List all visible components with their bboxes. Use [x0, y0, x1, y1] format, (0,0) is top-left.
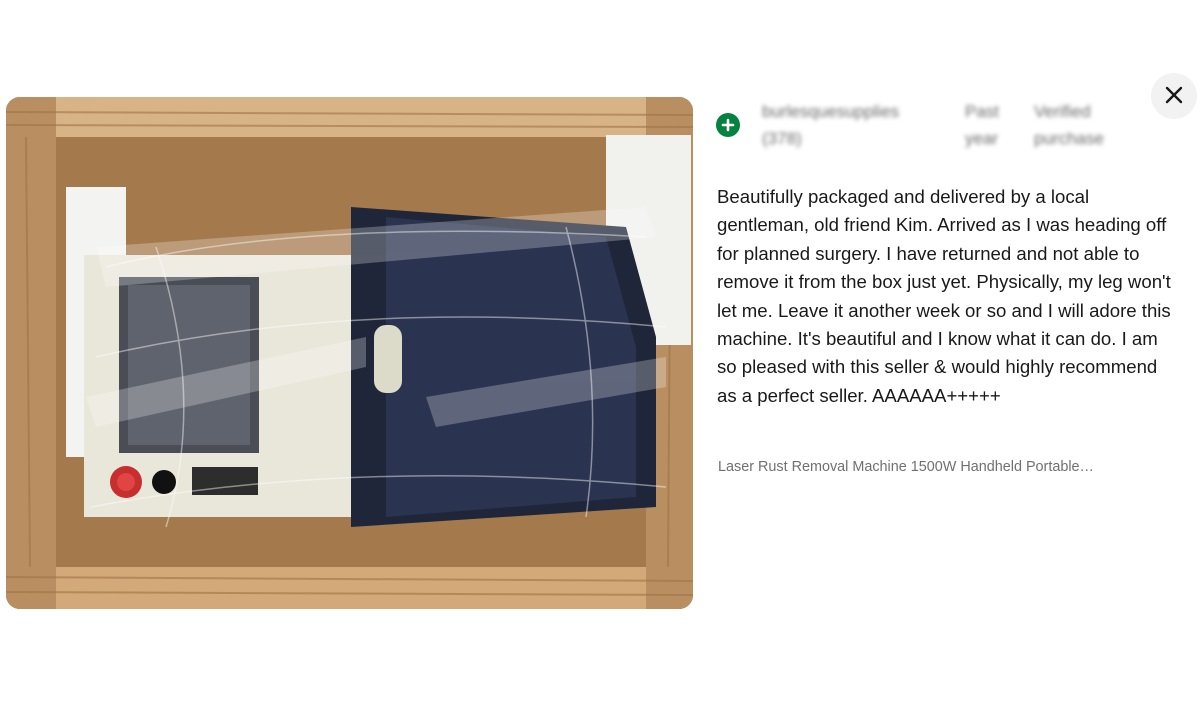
item-title-link[interactable]: Laser Rust Removal Machine 1500W Handhel…: [718, 457, 1178, 477]
crate-machine-image: [6, 97, 693, 609]
reviewer-name[interactable]: burlesquesupplies (378): [762, 98, 942, 152]
close-button[interactable]: [1151, 73, 1197, 119]
verified-purchase-badge: Verified purchase: [1034, 102, 1104, 148]
review-meta: burlesquesupplies (378) Past year Verifi…: [716, 96, 1136, 156]
review-timeframe: Past year: [965, 102, 1000, 148]
close-icon: [1164, 85, 1184, 108]
plus-icon: [716, 113, 740, 137]
review-text: Beautifully packaged and delivered by a …: [717, 186, 1171, 406]
review-photo: [6, 97, 693, 609]
